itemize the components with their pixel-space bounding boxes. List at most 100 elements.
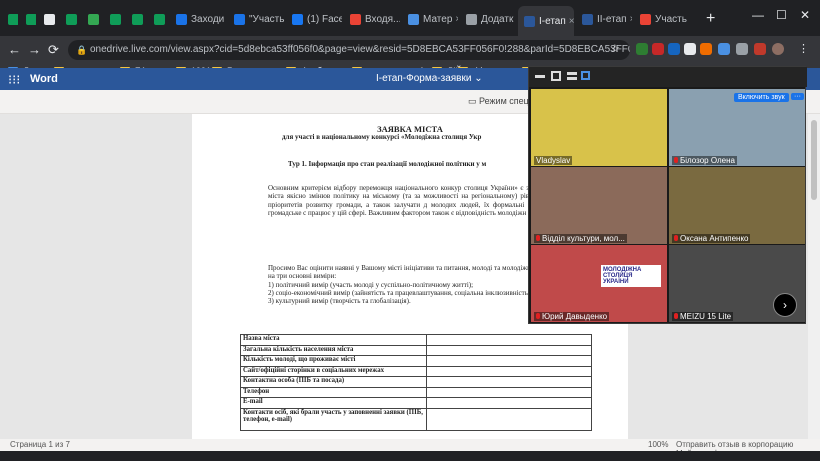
browser-tab[interactable]: Входя...× [344,8,400,30]
browser-tab[interactable]: (1) Face× [286,8,342,30]
muted-mic-icon [674,235,678,241]
extension-icon[interactable] [736,43,748,55]
browser-tab[interactable]: I-етап × [518,6,574,36]
tab-favicon-icon [524,15,535,27]
close-tab-icon[interactable]: × [569,16,574,27]
table-value-cell[interactable] [426,407,592,431]
tab-label: Матер [423,13,453,25]
table-label-cell: Загальна кількість населення міста [240,344,427,356]
close-tab-icon[interactable]: × [455,14,458,25]
extension-icon[interactable] [718,43,730,55]
browser-tab[interactable] [38,8,58,30]
zoom-level[interactable]: 100% [648,440,668,449]
participant-name: Юрий Давыденко [534,312,610,321]
extension-icon[interactable] [684,43,696,55]
browser-tab[interactable] [104,8,124,30]
taskbar-strip [0,451,820,461]
reload-button[interactable]: ⟳ [48,42,59,58]
maximize-button[interactable]: ☐ [776,8,787,22]
tab-favicon-icon [466,13,477,25]
tab-favicon-icon [408,13,419,25]
participant-name: Vladyslav [534,156,573,165]
table-value-cell[interactable] [426,344,592,356]
app-launcher-icon[interactable]: ⁝⁝⁝ [8,72,20,88]
browser-tab[interactable]: Додатк× [460,8,516,30]
url-text: onedrive.live.com/view.aspx?cid=5d8ebca5… [90,44,630,55]
browser-tab[interactable]: "Участь× [228,8,284,30]
browser-tab[interactable]: Матер× [402,8,458,30]
table-row: Контакти осіб, які брали участь у заповн… [240,407,592,431]
minimize-icon[interactable] [535,75,545,78]
document-scrollbar[interactable] [808,114,820,439]
browser-tab[interactable]: II-етап× [576,8,632,30]
app-name[interactable]: Word [30,73,58,85]
layout-icon[interactable] [567,72,577,80]
video-call-toolbar [529,67,807,87]
table-row: Сайт/офіційні сторінки в соціальних мере… [240,365,592,377]
table-value-cell[interactable] [426,397,592,409]
profile-avatar[interactable] [772,43,784,55]
browser-tab[interactable] [82,8,102,30]
tab-favicon-icon [110,13,121,25]
gallery-view-icon[interactable] [581,71,590,80]
tab-label: "Участь [249,13,284,25]
tab-label: I-етап [539,15,566,27]
tab-favicon-icon [8,13,18,25]
browser-tab[interactable] [2,8,18,30]
minimize-button[interactable]: — [752,8,764,22]
application-form-table: Назва міста Загальна кількість населення … [240,334,592,431]
participant-video[interactable]: МОЛОДІЖНА СТОЛИЦЯ УКРАЇНИ Юрий Давыденко [531,245,667,322]
document-title[interactable]: І-етап-Форма-заявки ⌄ [376,73,483,84]
tab-label: (1) Face [307,13,342,25]
close-tab-icon[interactable]: × [630,14,632,25]
tab-favicon-icon [26,13,36,25]
extension-orange-icon[interactable] [700,43,712,55]
browser-tab[interactable]: Заходи× [170,8,226,30]
participant-video[interactable]: Оксана Антипенко [669,167,805,244]
table-label-cell: Кількість молоді, що проживає місті [240,355,427,367]
browser-tab[interactable] [60,8,80,30]
tab-favicon-icon [88,13,99,25]
browser-tab[interactable] [20,8,36,30]
lock-icon: 🔒 [76,45,88,55]
extension-shield-icon[interactable] [636,43,648,55]
back-button[interactable]: ← [8,42,21,57]
table-row: Телефон [240,386,592,398]
tab-label: II-етап [597,13,627,25]
extension-blue-icon[interactable] [668,43,680,55]
table-label-cell: Сайт/офіційні сторінки в соціальних мере… [240,365,427,377]
participant-video[interactable]: Vladyslav [531,89,667,166]
extension-red-icon[interactable] [652,43,664,55]
more-options-button[interactable]: ··· [791,93,804,100]
new-tab-button[interactable]: + [706,10,715,28]
table-row: Контактна особа (ПІБ та посада) [240,376,592,388]
doc-tour-heading: Тур 1. Інформація про стан реалізації мо… [288,160,487,168]
restore-icon[interactable] [551,71,561,81]
enable-sound-button[interactable]: Включить звук [734,93,789,102]
star-icon[interactable]: ☆ [610,42,620,55]
video-call-window: Vladyslav Білозор Олена Відділ культури, м… [528,66,807,324]
table-row: Назва міста [240,334,592,346]
table-value-cell[interactable] [426,334,592,346]
forward-button[interactable]: → [28,42,41,57]
table-label-cell: Контакти осіб, які брали участь у заповн… [240,407,427,431]
muted-mic-icon [674,313,678,319]
browser-menu-icon[interactable]: ⋮ [798,42,809,55]
tab-favicon-icon [132,13,143,25]
close-window-button[interactable]: ✕ [800,8,810,22]
extension-icon[interactable] [754,43,766,55]
browser-tab[interactable]: Участь× [634,8,690,30]
browser-tab[interactable] [126,8,146,30]
address-bar[interactable]: 🔒 onedrive.live.com/view.aspx?cid=5d8ebc… [68,40,630,60]
participant-video[interactable]: Відділ культури, мол... [531,167,667,244]
table-value-cell[interactable] [426,386,592,398]
table-value-cell[interactable] [426,376,592,388]
tab-label: Заходи [191,13,225,25]
muted-mic-icon [536,313,540,319]
table-value-cell[interactable] [426,365,592,377]
table-value-cell[interactable] [426,355,592,367]
browser-tab[interactable] [148,8,168,30]
status-bar: Страница 1 из 7 100% Отправить отзыв в к… [0,439,820,458]
table-row: Кількість молоді, що проживає місті [240,355,592,367]
next-page-button[interactable]: › [773,293,797,317]
